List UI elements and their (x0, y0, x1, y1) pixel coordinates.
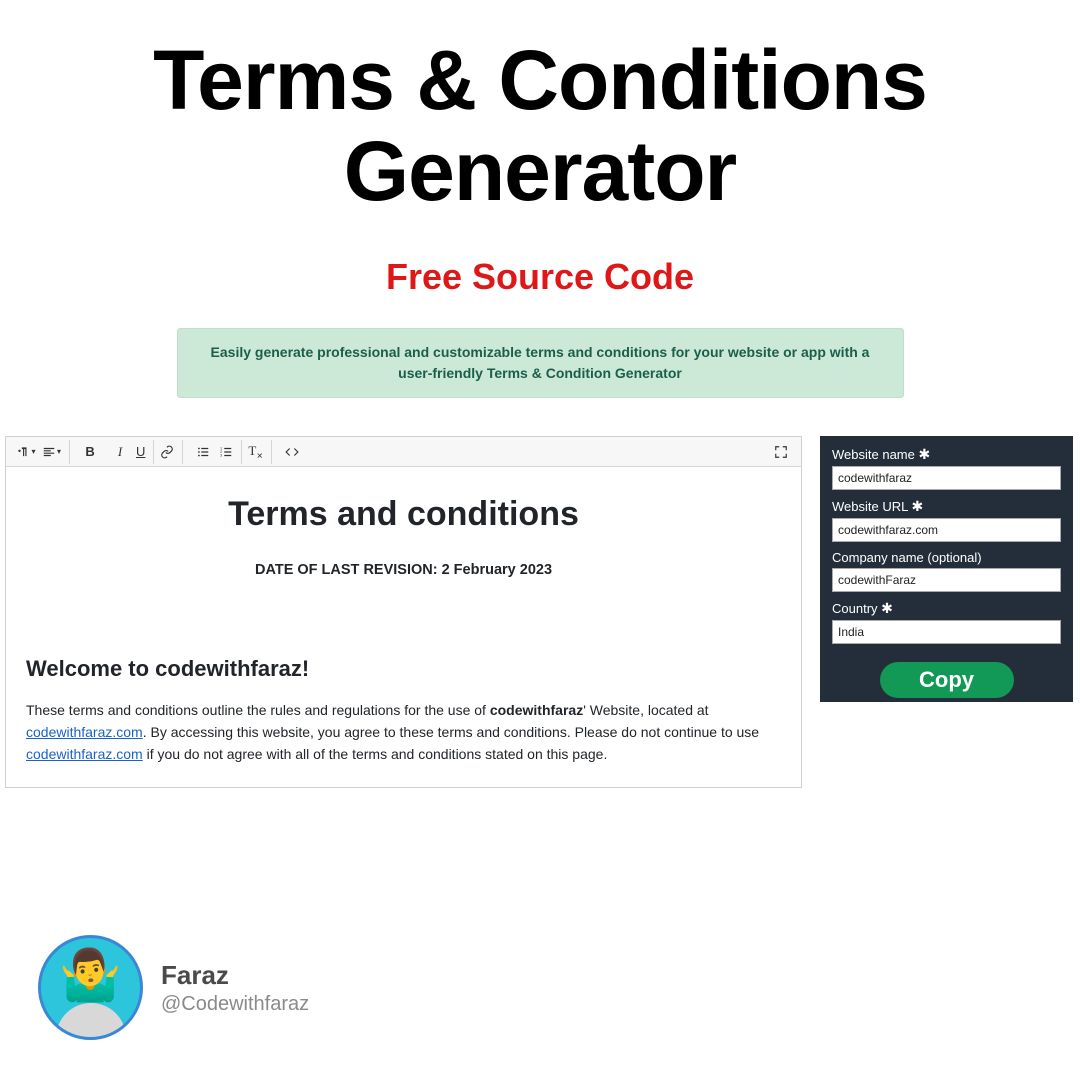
author-handle: @Codewithfaraz (161, 993, 309, 1016)
welcome-heading: Welcome to codewithfaraz! (26, 656, 781, 682)
clear-format-button[interactable]: T✕ (248, 440, 272, 464)
editor-toolbar: ▾ ▾ B I U 123 T✕ (6, 437, 801, 467)
paragraph-2: The following terminology applies to the… (26, 784, 781, 789)
form-sidebar: Website name ✱ Website URL ✱ Company nam… (820, 436, 1073, 702)
paragraph-style-button[interactable]: ▾ (12, 440, 40, 464)
company-name-label: Company name (optional) (832, 550, 1061, 565)
website-url-input[interactable] (832, 518, 1061, 542)
fullscreen-button[interactable] (767, 440, 795, 464)
document-content[interactable]: Terms and conditions DATE OF LAST REVISI… (6, 467, 801, 788)
doc-revision-date: DATE OF LAST REVISION: 2 February 2023 (26, 562, 781, 578)
website-link[interactable]: codewithfaraz.com (26, 724, 143, 740)
website-name-label: Website name ✱ (832, 446, 1061, 463)
link-button[interactable] (160, 440, 183, 464)
avatar: 🤷‍♂️ (38, 935, 143, 1040)
bullet-list-button[interactable] (189, 440, 217, 464)
author-name: Faraz (161, 960, 309, 991)
copy-button[interactable]: Copy (880, 662, 1014, 698)
doc-title: Terms and conditions (26, 495, 781, 534)
subtitle: Free Source Code (0, 256, 1080, 298)
website-name-input[interactable] (832, 466, 1061, 490)
paragraph-1: These terms and conditions outline the r… (26, 700, 781, 765)
website-url-label: Website URL ✱ (832, 498, 1061, 515)
underline-button[interactable]: U (136, 440, 154, 464)
description-banner: Easily generate professional and customi… (177, 328, 904, 398)
country-label: Country ✱ (832, 600, 1061, 617)
align-button[interactable]: ▾ (42, 440, 70, 464)
bold-button[interactable]: B (76, 440, 104, 464)
author-card: 🤷‍♂️ Faraz @Codewithfaraz (38, 935, 309, 1040)
code-button[interactable] (278, 440, 306, 464)
editor-panel: ▾ ▾ B I U 123 T✕ Terms and conditions DA… (5, 436, 802, 788)
svg-text:3: 3 (221, 454, 223, 458)
country-input[interactable] (832, 620, 1061, 644)
ordered-list-button[interactable]: 123 (219, 440, 242, 464)
website-link-2[interactable]: codewithfaraz.com (26, 746, 143, 762)
italic-button[interactable]: I (106, 440, 134, 464)
company-name-input[interactable] (832, 568, 1061, 592)
page-title: Terms & Conditions Generator (0, 0, 1080, 216)
